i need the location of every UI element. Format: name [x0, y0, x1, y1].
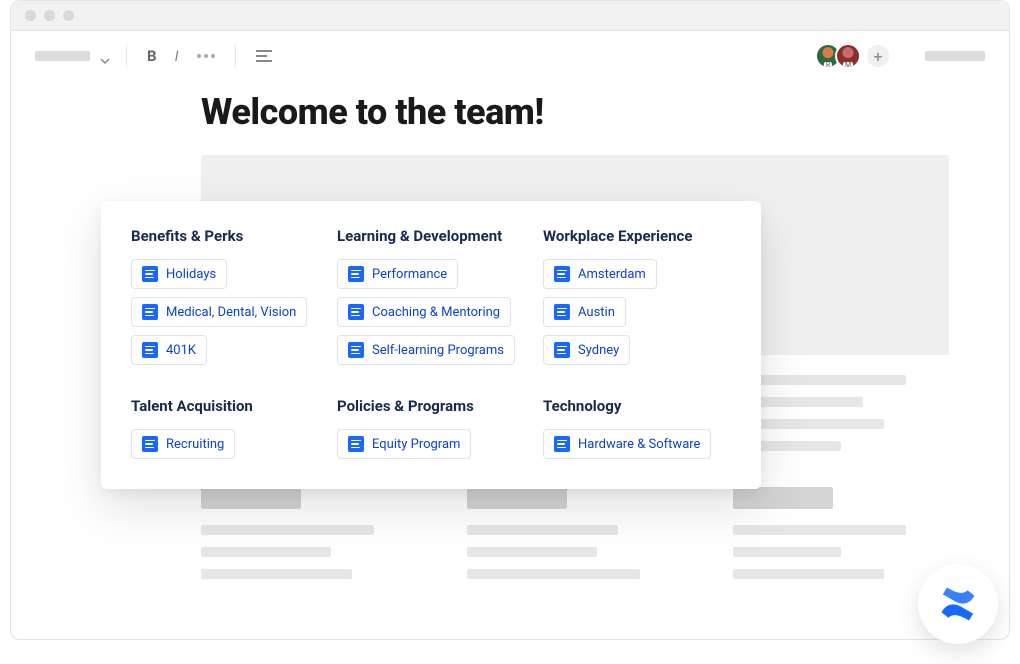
page-link-chip[interactable]: Recruiting — [131, 429, 235, 459]
chip-list: Performance Coaching & Mentoring Self-lear… — [337, 259, 525, 365]
chip-label: Austin — [578, 305, 615, 320]
card-column: Learning & Development Performance Coachin… — [337, 227, 525, 365]
skeleton-heading — [733, 487, 833, 509]
chip-label: Self-learning Programs — [372, 343, 504, 358]
card-column: Workplace Experience Amsterdam Austin Sydne… — [543, 227, 731, 365]
page-link-chip[interactable]: Self-learning Programs — [337, 335, 515, 365]
skeleton-heading — [467, 487, 567, 509]
document-icon — [554, 342, 570, 358]
page-link-chip[interactable]: Amsterdam — [543, 259, 657, 289]
add-collaborator-button[interactable]: + — [865, 43, 891, 69]
document-icon — [348, 342, 364, 358]
document-icon — [142, 266, 158, 282]
align-button[interactable] — [252, 50, 276, 62]
section-title: Talent Acquisition — [131, 397, 319, 415]
page-title: Welcome to the team! — [201, 91, 949, 133]
card-column: Technology Hardware & Software — [543, 397, 731, 459]
card-column: Talent Acquisition Recruiting — [131, 397, 319, 459]
document-icon — [142, 304, 158, 320]
plus-icon: + — [873, 47, 882, 66]
chip-label: Medical, Dental, Vision — [166, 305, 296, 320]
section-title: Workplace Experience — [543, 227, 731, 245]
toolbar-divider — [235, 45, 236, 67]
chip-list: Recruiting — [131, 429, 319, 459]
chip-label: Amsterdam — [578, 267, 646, 282]
skeleton-line — [733, 547, 841, 557]
page-link-chip[interactable]: Equity Program — [337, 429, 471, 459]
page-link-chip[interactable]: Coaching & Mentoring — [337, 297, 511, 327]
confluence-icon — [936, 582, 980, 626]
section-title: Benefits & Perks — [131, 227, 319, 245]
skeleton-line — [201, 569, 352, 579]
chip-list: Equity Program — [337, 429, 525, 459]
document-icon — [348, 266, 364, 282]
document-icon — [554, 436, 570, 452]
document-icon — [348, 304, 364, 320]
confluence-logo-badge[interactable] — [918, 564, 998, 644]
page-link-chip[interactable]: Austin — [543, 297, 626, 327]
document-icon — [554, 304, 570, 320]
chip-label: Holidays — [166, 267, 216, 282]
card-column: Benefits & Perks Holidays Medical, Dental,… — [131, 227, 319, 365]
chip-label: Sydney — [578, 343, 619, 358]
skeleton-heading — [201, 487, 301, 509]
page-link-chip[interactable]: Holidays — [131, 259, 227, 289]
chip-label: Recruiting — [166, 437, 224, 452]
resources-card: Benefits & Perks Holidays Medical, Dental,… — [101, 201, 761, 489]
skeleton-row-2 — [201, 487, 949, 579]
skeleton-line — [467, 525, 618, 535]
italic-button[interactable]: I — [171, 47, 183, 65]
chevron-down-icon — [100, 51, 110, 61]
chip-label: Equity Program — [372, 437, 460, 452]
chip-list: Hardware & Software — [543, 429, 731, 459]
skeleton-line — [201, 547, 331, 557]
chip-label: 401K — [166, 343, 196, 358]
skeleton-line — [733, 525, 906, 535]
window-titlebar — [11, 1, 1009, 31]
page-link-chip[interactable]: Performance — [337, 259, 458, 289]
window-minimize-dot[interactable] — [44, 10, 55, 21]
editor-toolbar: B I R M + — [11, 31, 1009, 81]
toolbar-action-placeholder[interactable] — [925, 51, 985, 61]
document-icon — [554, 266, 570, 282]
toolbar-divider — [126, 45, 127, 67]
avatar-initial: M — [843, 62, 853, 69]
document-icon — [142, 436, 158, 452]
page-link-chip[interactable]: Medical, Dental, Vision — [131, 297, 307, 327]
section-title: Learning & Development — [337, 227, 525, 245]
avatar-user-2[interactable]: M — [835, 43, 861, 69]
collaborator-avatars: R M + — [821, 43, 891, 69]
window-close-dot[interactable] — [25, 10, 36, 21]
more-formatting-button[interactable] — [193, 54, 219, 58]
section-title: Technology — [543, 397, 731, 415]
section-title: Policies & Programs — [337, 397, 525, 415]
skeleton-line — [467, 569, 640, 579]
page-link-chip[interactable]: Sydney — [543, 335, 630, 365]
chip-list: Amsterdam Austin Sydney — [543, 259, 731, 365]
chip-list: Holidays Medical, Dental, Vision 401K — [131, 259, 319, 365]
page-link-chip[interactable]: Hardware & Software — [543, 429, 711, 459]
page-link-chip[interactable]: 401K — [131, 335, 207, 365]
avatar-initial: R — [824, 62, 832, 69]
bold-button[interactable]: B — [143, 47, 161, 65]
window-maximize-dot[interactable] — [63, 10, 74, 21]
chip-label: Performance — [372, 267, 447, 282]
skeleton-line — [733, 569, 884, 579]
card-column: Policies & Programs Equity Program — [337, 397, 525, 459]
document-icon — [348, 436, 364, 452]
skeleton-line — [467, 547, 597, 557]
document-icon — [142, 342, 158, 358]
chip-label: Coaching & Mentoring — [372, 305, 500, 320]
browser-window: B I R M + Welcome to the team! — [10, 0, 1010, 640]
style-dropdown[interactable] — [35, 51, 90, 61]
chip-label: Hardware & Software — [578, 437, 700, 452]
skeleton-line — [201, 525, 374, 535]
